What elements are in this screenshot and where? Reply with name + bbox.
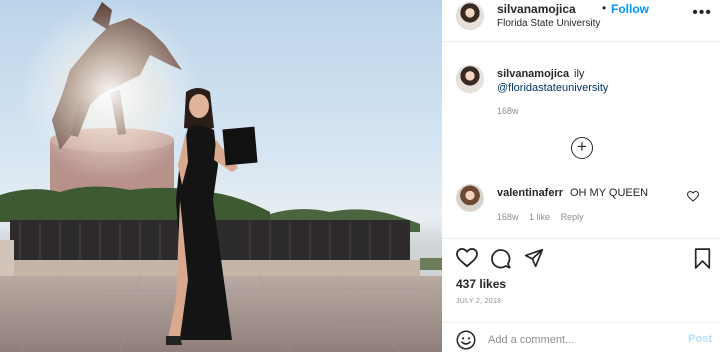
post-header: silvanamojica • Follow Florida State Uni… xyxy=(442,0,720,42)
add-comment-input[interactable] xyxy=(488,332,678,348)
caption-avatar[interactable] xyxy=(456,65,484,93)
caption-mention-link[interactable]: @floridastateuniversity xyxy=(497,82,608,94)
post-side-panel: silvanamojica • Follow Florida State Uni… xyxy=(442,0,720,352)
author-avatar[interactable] xyxy=(456,2,484,30)
post-actions: 437 likes JULY 2, 2018 xyxy=(442,238,720,310)
caption-username[interactable]: silvanamojica xyxy=(497,68,569,80)
post-date[interactable]: JULY 2, 2018 xyxy=(456,298,501,305)
comment-bubble-icon[interactable] xyxy=(490,248,511,269)
emoji-icon[interactable] xyxy=(456,330,476,350)
commenter-username[interactable]: valentinaferr xyxy=(497,187,563,199)
more-horizontal-icon[interactable]: ••• xyxy=(692,4,712,22)
photo-scene xyxy=(0,2,442,352)
comment-heart-icon[interactable] xyxy=(687,191,699,202)
follow-button[interactable]: Follow xyxy=(611,2,649,16)
comment-timestamp[interactable]: 168w xyxy=(497,212,519,222)
caption-timestamp[interactable]: 168w xyxy=(497,106,519,116)
plus-circle-icon[interactable]: + xyxy=(571,137,593,159)
commenter-avatar[interactable] xyxy=(456,184,484,212)
add-comment-bar: Post xyxy=(442,322,720,352)
post-photo[interactable] xyxy=(0,0,442,352)
post-location[interactable]: Florida State University xyxy=(497,18,600,29)
author-username[interactable]: silvanamojica xyxy=(497,2,576,16)
comment-like-count[interactable]: 1 like xyxy=(529,212,550,222)
like-heart-icon[interactable] xyxy=(456,248,478,268)
like-count[interactable]: 437 likes xyxy=(456,277,506,291)
reply-button[interactable]: Reply xyxy=(561,212,584,222)
caption-text: ily xyxy=(574,68,585,80)
post-comment-button[interactable]: Post xyxy=(688,333,712,345)
bookmark-icon[interactable] xyxy=(694,248,711,269)
comment-meta: 168w 1 like Reply xyxy=(497,212,592,222)
header-separator: • xyxy=(602,1,607,15)
share-send-icon[interactable] xyxy=(524,248,544,268)
comment-text: OH MY QUEEN xyxy=(570,187,649,199)
